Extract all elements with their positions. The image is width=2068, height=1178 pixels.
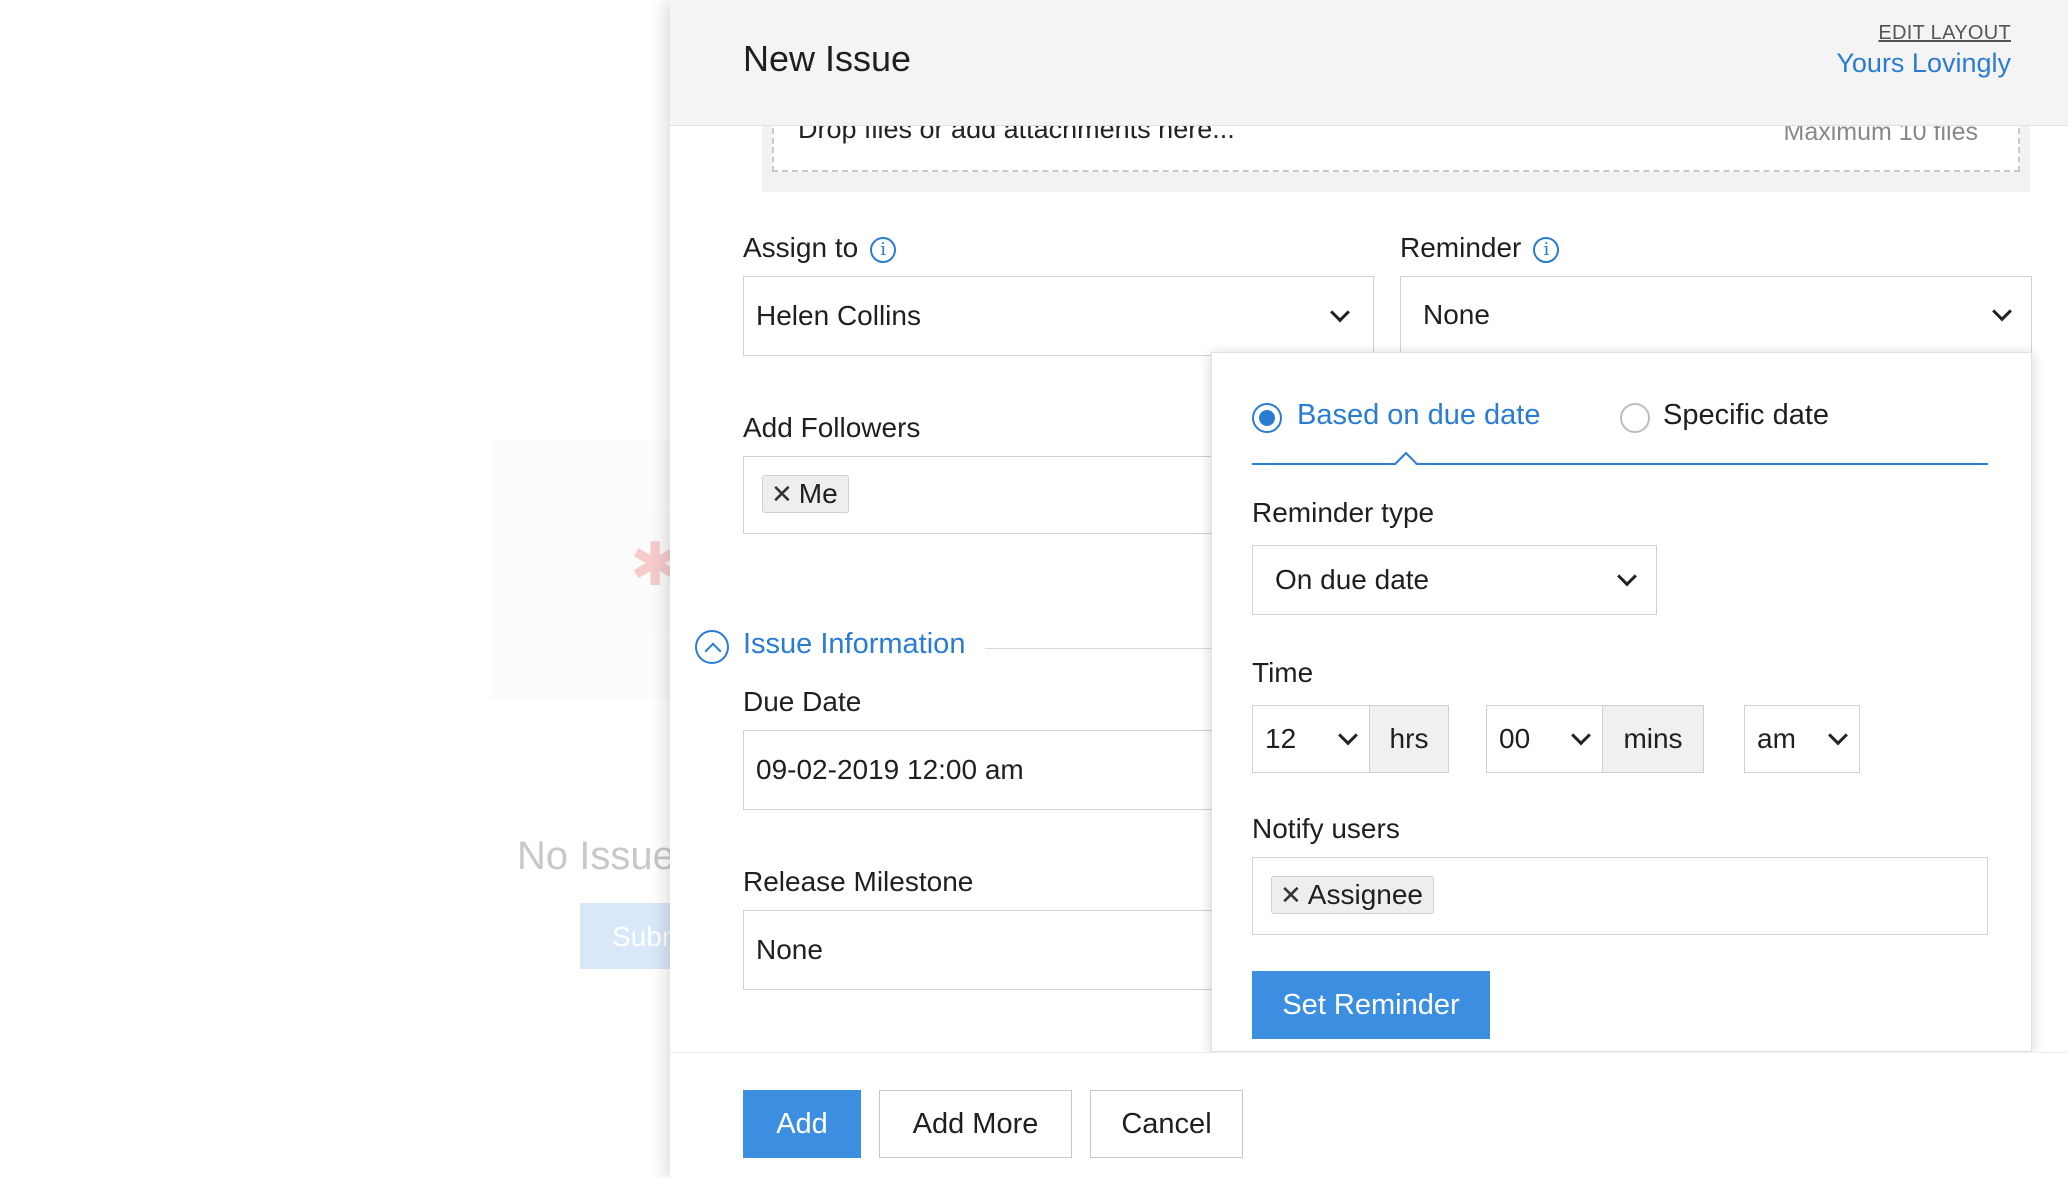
empty-state-illustration: ✱ bbox=[490, 440, 680, 700]
chevron-down-icon bbox=[1617, 566, 1637, 587]
info-icon[interactable]: i bbox=[1533, 236, 1560, 263]
cancel-button[interactable]: Cancel bbox=[1090, 1090, 1243, 1158]
reminder-label: Reminder i bbox=[1400, 232, 1560, 264]
time-label: Time bbox=[1252, 657, 1314, 688]
edit-layout-link[interactable]: EDIT LAYOUT bbox=[1878, 22, 2011, 45]
radio-specific-date[interactable] bbox=[1620, 403, 1650, 433]
minutes-select[interactable]: 00 bbox=[1486, 705, 1603, 773]
reminder-type-value: On due date bbox=[1275, 564, 1430, 595]
panel-footer: Add Add More Cancel bbox=[670, 1052, 2068, 1178]
reminder-select[interactable]: None bbox=[1400, 276, 2032, 354]
assign-to-label: Assign to i bbox=[743, 232, 897, 264]
chevron-down-icon bbox=[1571, 725, 1591, 746]
reminder-type-select[interactable]: On due date bbox=[1252, 545, 1657, 615]
collapse-icon[interactable] bbox=[695, 630, 729, 664]
empty-state-text: No Issue bbox=[517, 834, 675, 878]
notify-users-input[interactable]: ✕ Assignee bbox=[1252, 857, 1988, 935]
notify-users-label: Notify users bbox=[1252, 813, 1400, 844]
layout-name-link[interactable]: Yours Lovingly bbox=[1836, 48, 2011, 79]
chevron-down-icon bbox=[1338, 725, 1358, 746]
release-milestone-value: None bbox=[756, 934, 823, 965]
background-page: ✱ No Issue Submit bbox=[0, 0, 690, 1178]
release-milestone-label: Release Milestone bbox=[743, 866, 974, 897]
minutes-value: 00 bbox=[1499, 723, 1531, 754]
chevron-down-icon bbox=[1330, 302, 1350, 323]
reminder-popover: Based on due date Specific date Reminder… bbox=[1211, 352, 2032, 1052]
meridiem-select[interactable]: am bbox=[1744, 705, 1860, 773]
tab-indicator bbox=[1394, 451, 1418, 475]
followers-label: Add Followers bbox=[743, 412, 921, 443]
meridiem-value: am bbox=[1757, 723, 1796, 754]
assign-to-value: Helen Collins bbox=[756, 300, 921, 331]
follower-chip: ✕ Me bbox=[762, 475, 849, 513]
due-date-label: Due Date bbox=[743, 686, 862, 717]
hours-unit: hrs bbox=[1369, 705, 1449, 773]
radio-based-on-due-date[interactable] bbox=[1252, 403, 1282, 433]
follower-chip-label: Me bbox=[798, 478, 838, 509]
chevron-down-icon bbox=[1828, 725, 1848, 746]
add-more-button[interactable]: Add More bbox=[879, 1090, 1072, 1158]
radio-label-specific-date[interactable]: Specific date bbox=[1663, 399, 1829, 432]
reminder-label-text: Reminder bbox=[1400, 232, 1522, 263]
close-icon[interactable]: ✕ bbox=[1280, 880, 1302, 911]
section-title: Issue Information bbox=[743, 628, 966, 660]
assign-to-label-text: Assign to bbox=[743, 232, 859, 263]
notify-chip-label: Assignee bbox=[1307, 879, 1423, 910]
radio-label-due-date[interactable]: Based on due date bbox=[1297, 399, 1540, 432]
hours-value: 12 bbox=[1265, 723, 1297, 754]
minutes-unit: mins bbox=[1602, 705, 1704, 773]
chevron-down-icon bbox=[1992, 301, 2012, 322]
page-title: New Issue bbox=[743, 38, 912, 79]
set-reminder-button[interactable]: Set Reminder bbox=[1252, 971, 1490, 1039]
tab-underline bbox=[1252, 463, 1988, 465]
assign-to-select[interactable]: Helen Collins bbox=[743, 276, 1374, 356]
new-issue-panel: New Issue EDIT LAYOUT Yours Lovingly Dro… bbox=[670, 0, 2068, 1178]
reminder-type-label: Reminder type bbox=[1252, 497, 1435, 528]
close-icon[interactable]: ✕ bbox=[771, 479, 793, 510]
due-date-value: 09-02-2019 12:00 am bbox=[756, 754, 1024, 785]
issue-information-section[interactable]: Issue Information bbox=[695, 628, 1285, 668]
reminder-value: None bbox=[1423, 299, 1490, 330]
info-icon[interactable]: i bbox=[870, 236, 897, 263]
add-button[interactable]: Add bbox=[743, 1090, 861, 1158]
panel-header: New Issue EDIT LAYOUT Yours Lovingly bbox=[670, 0, 2068, 126]
notify-chip: ✕ Assignee bbox=[1271, 876, 1434, 914]
hours-select[interactable]: 12 bbox=[1252, 705, 1370, 773]
